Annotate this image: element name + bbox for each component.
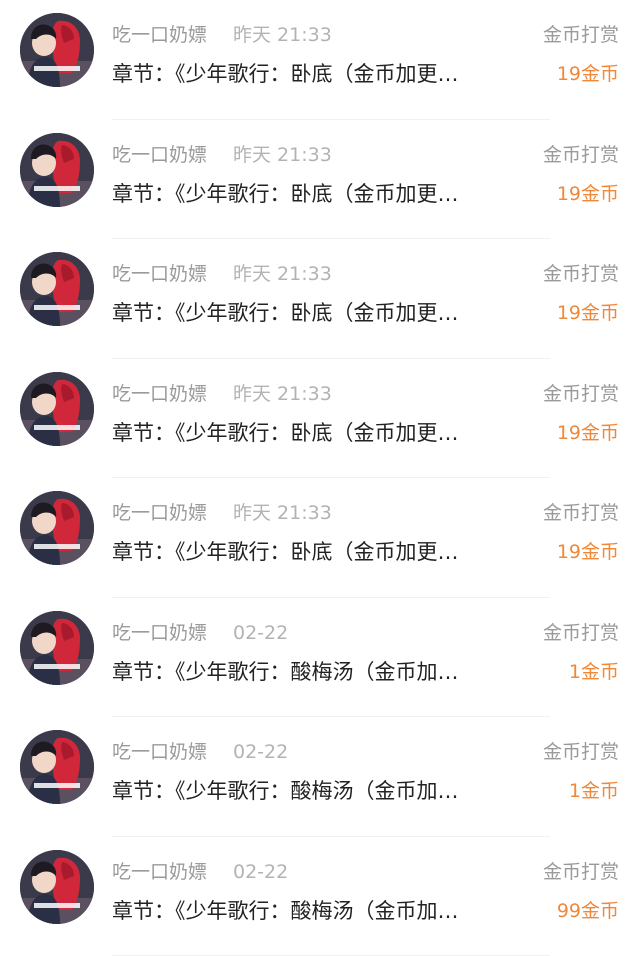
username[interactable]: 吃一口奶嫖 [112, 500, 207, 526]
coin-amount: 1金币 [569, 657, 619, 687]
username[interactable]: 吃一口奶嫖 [112, 261, 207, 287]
timestamp: 昨天 21:33 [233, 261, 332, 287]
timestamp: 昨天 21:33 [233, 500, 332, 526]
record-type: 金币打赏 [543, 381, 619, 407]
list-item[interactable]: 吃一口奶嫖 昨天 21:33 金币打赏 章节：《少年歌行：卧底（金币加更… 19… [0, 120, 640, 240]
avatar-photo-icon [20, 730, 94, 804]
timestamp: 昨天 21:33 [233, 142, 332, 168]
avatar-photo-icon [20, 372, 94, 446]
record-type: 金币打赏 [543, 739, 619, 765]
username[interactable]: 吃一口奶嫖 [112, 620, 207, 646]
coin-amount: 19金币 [557, 298, 619, 328]
chapter-title[interactable]: 章节：《少年歌行：卧底（金币加更… [112, 179, 528, 209]
avatar[interactable] [20, 372, 94, 446]
chapter-title[interactable]: 章节：《少年歌行：卧底（金币加更… [112, 59, 528, 89]
username[interactable]: 吃一口奶嫖 [112, 739, 207, 765]
avatar-photo-icon [20, 611, 94, 685]
coin-amount: 99金币 [557, 896, 619, 926]
avatar-photo-icon [20, 491, 94, 565]
coin-amount: 19金币 [557, 537, 619, 567]
username[interactable]: 吃一口奶嫖 [112, 142, 207, 168]
record-type: 金币打赏 [543, 22, 619, 48]
username[interactable]: 吃一口奶嫖 [112, 381, 207, 407]
list-item[interactable]: 吃一口奶嫖 昨天 21:33 金币打赏 章节：《少年歌行：卧底（金币加更… 19… [0, 478, 640, 598]
chapter-title[interactable]: 章节：《少年歌行：酸梅汤（金币加… [112, 657, 528, 687]
avatar[interactable] [20, 850, 94, 924]
record-type: 金币打赏 [543, 261, 619, 287]
avatar[interactable] [20, 133, 94, 207]
chapter-title[interactable]: 章节：《少年歌行：卧底（金币加更… [112, 418, 528, 448]
avatar-photo-icon [20, 252, 94, 326]
avatar[interactable] [20, 252, 94, 326]
chapter-title[interactable]: 章节：《少年歌行：卧底（金币加更… [112, 298, 528, 328]
timestamp: 昨天 21:33 [233, 381, 332, 407]
list-item[interactable]: 吃一口奶嫖 02-22 金币打赏 章节：《少年歌行：酸梅汤（金币加… 99金币 [0, 837, 640, 956]
tip-record-list: 吃一口奶嫖 昨天 21:33 金币打赏 章节：《少年歌行：卧底（金币加更… 19… [0, 0, 640, 954]
list-item[interactable]: 吃一口奶嫖 昨天 21:33 金币打赏 章节：《少年歌行：卧底（金币加更… 19… [0, 239, 640, 359]
coin-amount: 19金币 [557, 179, 619, 209]
avatar[interactable] [20, 730, 94, 804]
timestamp: 02-22 [233, 739, 288, 765]
timestamp: 02-22 [233, 859, 288, 885]
coin-amount: 19金币 [557, 59, 619, 89]
avatar[interactable] [20, 611, 94, 685]
username[interactable]: 吃一口奶嫖 [112, 859, 207, 885]
record-type: 金币打赏 [543, 500, 619, 526]
chapter-title[interactable]: 章节：《少年歌行：酸梅汤（金币加… [112, 776, 528, 806]
chapter-title[interactable]: 章节：《少年歌行：酸梅汤（金币加… [112, 896, 528, 926]
username[interactable]: 吃一口奶嫖 [112, 22, 207, 48]
record-type: 金币打赏 [543, 620, 619, 646]
timestamp: 02-22 [233, 620, 288, 646]
list-item[interactable]: 吃一口奶嫖 昨天 21:33 金币打赏 章节：《少年歌行：卧底（金币加更… 19… [0, 359, 640, 479]
avatar[interactable] [20, 13, 94, 87]
avatar-photo-icon [20, 850, 94, 924]
coin-amount: 1金币 [569, 776, 619, 806]
avatar[interactable] [20, 491, 94, 565]
record-type: 金币打赏 [543, 142, 619, 168]
avatar-photo-icon [20, 133, 94, 207]
list-item[interactable]: 吃一口奶嫖 02-22 金币打赏 章节：《少年歌行：酸梅汤（金币加… 1金币 [0, 598, 640, 718]
timestamp: 昨天 21:33 [233, 22, 332, 48]
list-item[interactable]: 吃一口奶嫖 昨天 21:33 金币打赏 章节：《少年歌行：卧底（金币加更… 19… [0, 0, 640, 120]
list-item[interactable]: 吃一口奶嫖 02-22 金币打赏 章节：《少年歌行：酸梅汤（金币加… 1金币 [0, 717, 640, 837]
record-type: 金币打赏 [543, 859, 619, 885]
avatar-photo-icon [20, 13, 94, 87]
chapter-title[interactable]: 章节：《少年歌行：卧底（金币加更… [112, 537, 528, 567]
coin-amount: 19金币 [557, 418, 619, 448]
